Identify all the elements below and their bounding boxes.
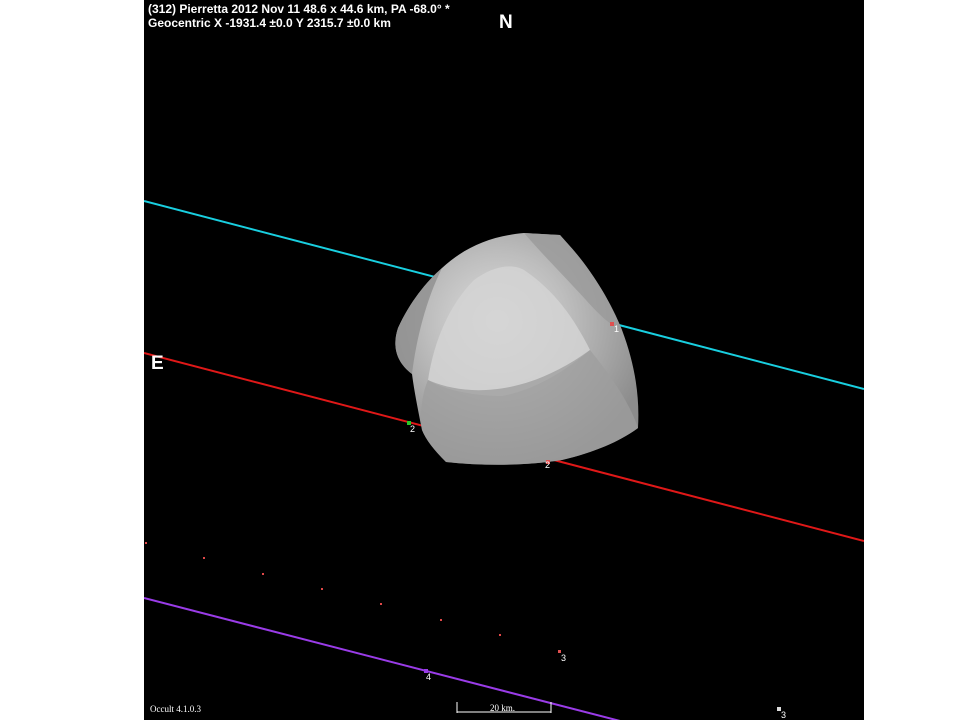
software-version: Occult 4.1.0.3 xyxy=(150,704,201,714)
header-geocentric: Geocentric X -1931.4 ±0.0 Y 2315.7 ±0.0 … xyxy=(148,16,391,30)
scale-bar-label: 20 km. xyxy=(490,703,516,713)
chord-line-4 xyxy=(144,597,621,720)
chord-label-3: 3 xyxy=(561,653,567,663)
north-label: N xyxy=(499,12,513,33)
chord-label-2a: 2 xyxy=(410,424,416,434)
chord-label-3-far: 3 xyxy=(781,710,787,720)
asteroid-shape xyxy=(395,233,639,465)
occultation-plot: (312) Pierretta 2012 Nov 11 48.6 x 44.6 … xyxy=(144,0,864,720)
chord-label-4: 4 xyxy=(426,672,432,682)
east-label: E xyxy=(151,353,164,374)
plot-graphics xyxy=(144,200,864,720)
chord-label-2b: 2 xyxy=(545,460,551,470)
header-title: (312) Pierretta 2012 Nov 11 48.6 x 44.6 … xyxy=(148,2,450,16)
chord-line-3-dots xyxy=(145,542,560,652)
chord-label-1: 1 xyxy=(614,324,620,334)
